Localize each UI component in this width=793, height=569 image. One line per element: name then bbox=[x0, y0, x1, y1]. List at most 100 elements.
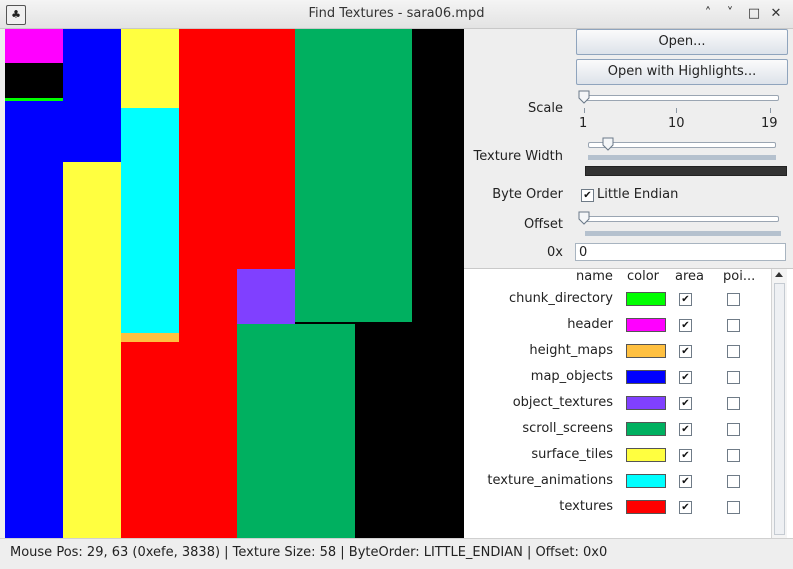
table-row[interactable]: chunk_directory ✔ bbox=[464, 287, 769, 313]
region-scroll-screens bbox=[237, 324, 355, 538]
area-checkbox[interactable]: ✔ bbox=[679, 501, 692, 514]
poi-checkbox[interactable] bbox=[727, 501, 740, 514]
color-swatch[interactable] bbox=[626, 344, 666, 358]
highlights-table: name color area poi... chunk_directory ✔… bbox=[464, 268, 793, 539]
area-checkbox[interactable]: ✔ bbox=[679, 423, 692, 436]
row-name: scroll_screens bbox=[522, 421, 613, 436]
offset-slider-thumb[interactable] bbox=[578, 211, 590, 225]
poi-checkbox[interactable] bbox=[727, 293, 740, 306]
region-black bbox=[412, 29, 464, 538]
region-black bbox=[355, 322, 412, 538]
color-swatch[interactable] bbox=[626, 474, 666, 488]
row-name: chunk_directory bbox=[508, 291, 613, 306]
area-checkbox[interactable]: ✔ bbox=[679, 449, 692, 462]
region-textures bbox=[179, 322, 237, 538]
poi-checkbox[interactable] bbox=[727, 397, 740, 410]
scale-slider-thumb[interactable] bbox=[578, 90, 590, 104]
open-button[interactable]: Open... bbox=[576, 29, 788, 55]
color-swatch[interactable] bbox=[626, 422, 666, 436]
scroll-up-icon[interactable] bbox=[775, 272, 783, 277]
scale-tick bbox=[676, 108, 677, 113]
scale-min-label: 1 bbox=[579, 116, 588, 131]
table-row[interactable]: map_objects ✔ bbox=[464, 365, 769, 391]
row-name: map_objects bbox=[530, 369, 613, 384]
scale-label: Scale bbox=[528, 101, 563, 116]
region-scroll-screens bbox=[295, 29, 412, 322]
table-row[interactable]: header ✔ bbox=[464, 313, 769, 339]
column-header-name[interactable]: name bbox=[576, 269, 613, 284]
status-text: Mouse Pos: 29, 63 (0xefe, 3838) | Textur… bbox=[10, 545, 608, 560]
offset-label: Offset bbox=[523, 217, 563, 232]
texture-width-progress bbox=[588, 155, 776, 160]
region-black bbox=[5, 63, 63, 100]
color-swatch[interactable] bbox=[626, 448, 666, 462]
table-row[interactable]: height_maps ✔ bbox=[464, 339, 769, 365]
table-scrollbar[interactable] bbox=[771, 269, 787, 539]
texture-width-bar bbox=[585, 166, 787, 176]
region-map-objects bbox=[63, 29, 121, 162]
poi-checkbox[interactable] bbox=[727, 319, 740, 332]
little-endian-checkbox[interactable]: ✔ bbox=[581, 189, 594, 202]
table-row[interactable]: texture_animations ✔ bbox=[464, 469, 769, 495]
title-bar: ♣ Find Textures - sara06.mpd ˄ ˅ □ ✕ bbox=[0, 0, 793, 29]
region-surface-tiles bbox=[121, 29, 179, 108]
poi-checkbox[interactable] bbox=[727, 449, 740, 462]
scrollbar-thumb[interactable] bbox=[774, 283, 785, 535]
color-swatch[interactable] bbox=[626, 396, 666, 410]
area-checkbox[interactable]: ✔ bbox=[679, 397, 692, 410]
table-row[interactable]: scroll_screens ✔ bbox=[464, 417, 769, 443]
scale-tick bbox=[770, 108, 771, 113]
area-checkbox[interactable]: ✔ bbox=[679, 371, 692, 384]
area-checkbox[interactable]: ✔ bbox=[679, 319, 692, 332]
scale-slider-track[interactable] bbox=[581, 95, 779, 101]
area-checkbox[interactable]: ✔ bbox=[679, 293, 692, 306]
column-header-area[interactable]: area bbox=[675, 269, 704, 284]
color-swatch[interactable] bbox=[626, 292, 666, 306]
close-icon[interactable]: ✕ bbox=[766, 4, 786, 24]
poi-checkbox[interactable] bbox=[727, 423, 740, 436]
offset-input[interactable]: 0 bbox=[575, 243, 786, 261]
color-swatch[interactable] bbox=[626, 500, 666, 514]
minimize-icon[interactable]: ˄ bbox=[698, 4, 718, 24]
texture-width-slider-thumb[interactable] bbox=[602, 137, 614, 151]
window-title: Find Textures - sara06.mpd bbox=[308, 6, 485, 21]
region-object-textures bbox=[237, 269, 295, 324]
scale-tick bbox=[584, 108, 585, 113]
open-with-highlights-button[interactable]: Open with Highlights... bbox=[576, 59, 788, 85]
row-name: texture_animations bbox=[487, 473, 613, 488]
offset-progress bbox=[585, 231, 781, 236]
texture-canvas[interactable] bbox=[5, 29, 464, 538]
hex-prefix-label: 0x bbox=[547, 245, 563, 260]
poi-checkbox[interactable] bbox=[727, 371, 740, 384]
row-name: surface_tiles bbox=[531, 447, 613, 462]
scale-max-label: 19 bbox=[761, 116, 778, 131]
poi-checkbox[interactable] bbox=[727, 345, 740, 358]
status-bar: Mouse Pos: 29, 63 (0xefe, 3838) | Textur… bbox=[0, 538, 793, 569]
collapse-icon[interactable]: ˅ bbox=[720, 4, 740, 24]
region-height-maps bbox=[121, 333, 179, 342]
little-endian-label: Little Endian bbox=[597, 187, 679, 202]
area-checkbox[interactable]: ✔ bbox=[679, 345, 692, 358]
poi-checkbox[interactable] bbox=[727, 475, 740, 488]
region-header bbox=[5, 29, 63, 63]
row-name: object_textures bbox=[512, 395, 613, 410]
column-header-color[interactable]: color bbox=[627, 269, 659, 284]
table-row[interactable]: surface_tiles ✔ bbox=[464, 443, 769, 469]
region-texture-animations bbox=[121, 108, 179, 333]
maximize-icon[interactable]: □ bbox=[744, 4, 764, 24]
row-name: header bbox=[567, 317, 613, 332]
table-row[interactable]: textures ✔ bbox=[464, 495, 769, 521]
table-row[interactable]: object_textures ✔ bbox=[464, 391, 769, 417]
row-name: textures bbox=[559, 499, 613, 514]
byte-order-label: Byte Order bbox=[492, 187, 563, 202]
row-name: height_maps bbox=[529, 343, 613, 358]
color-swatch[interactable] bbox=[626, 370, 666, 384]
region-surface-tiles bbox=[63, 162, 121, 538]
texture-width-slider-track[interactable] bbox=[588, 142, 776, 148]
column-header-poi[interactable]: poi... bbox=[723, 269, 755, 284]
color-swatch[interactable] bbox=[626, 318, 666, 332]
region-textures bbox=[121, 342, 179, 538]
scale-mid-label: 10 bbox=[668, 116, 685, 131]
area-checkbox[interactable]: ✔ bbox=[679, 475, 692, 488]
offset-slider-track[interactable] bbox=[581, 216, 779, 222]
